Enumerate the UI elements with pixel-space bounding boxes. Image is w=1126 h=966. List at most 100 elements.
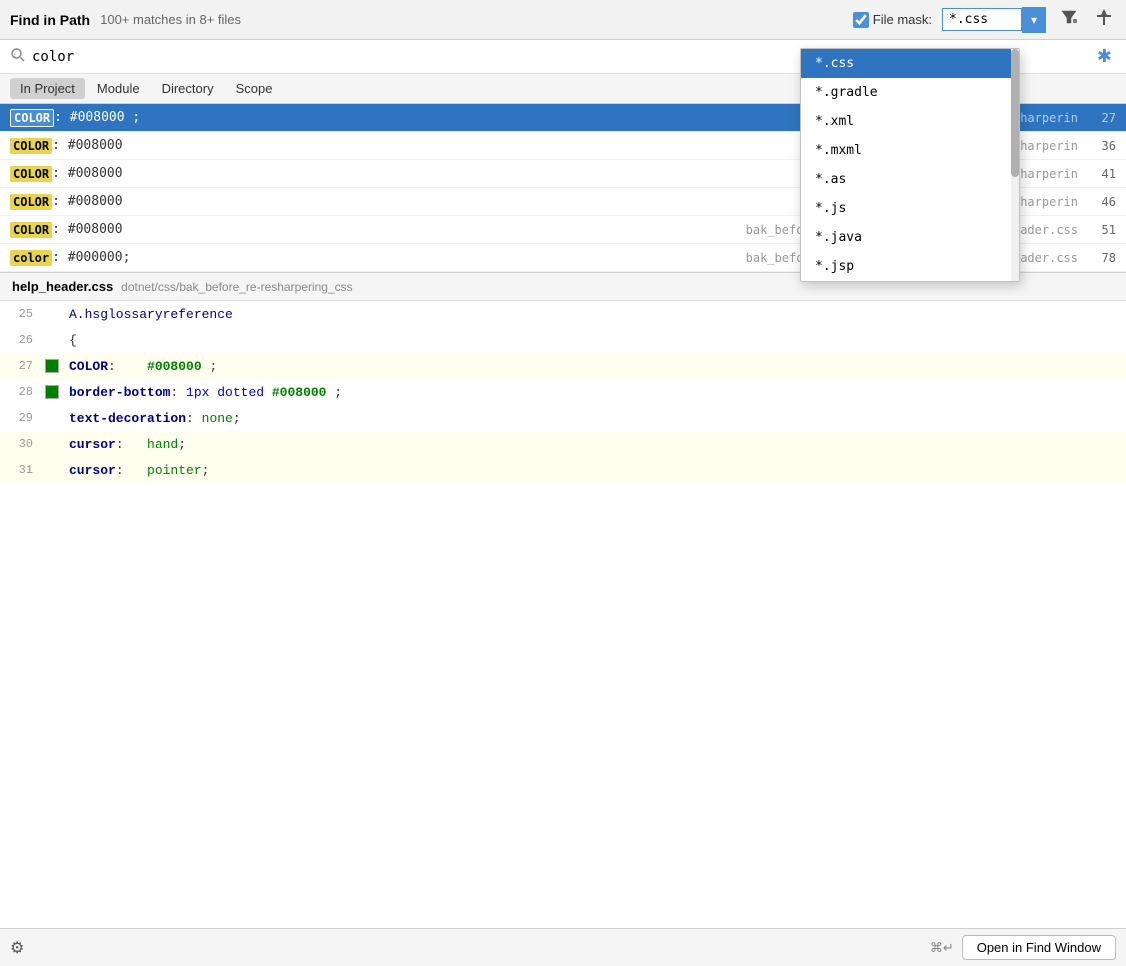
result-line-num: 41: [1086, 167, 1116, 181]
code-token: COLOR: [69, 359, 108, 374]
panel-title: Find in Path: [10, 12, 90, 28]
keyword-badge: COLOR: [10, 138, 52, 154]
color-swatch: [45, 385, 59, 399]
file-mask-dropdown-btn[interactable]: ▾: [1022, 7, 1046, 33]
code-content: text-decoration: none;: [65, 411, 1126, 426]
result-text: : #008000: [52, 222, 746, 237]
filter-icon: [1060, 8, 1078, 26]
code-token: A.hsglossaryreference: [69, 307, 233, 322]
file-mask-dropdown: *.css*.gradle*.xml*.mxml*.as*.js*.java*.…: [800, 48, 1020, 282]
file-mask-checkbox-wrapper: File mask:: [853, 12, 932, 28]
dropdown-item[interactable]: *.mxml: [801, 136, 1019, 165]
match-count: 100+ matches in 8+ files: [100, 12, 241, 27]
code-token: ;: [202, 463, 210, 478]
tab-module[interactable]: Module: [87, 78, 150, 99]
code-lines: 25 A.hsglossaryreference 26 {27 COLOR: #0080…: [0, 301, 1126, 928]
keyword-badge: COLOR: [10, 222, 52, 238]
code-line: 26 {: [0, 327, 1126, 353]
code-line: 29 text-decoration: none;: [0, 405, 1126, 431]
code-token: text-decoration: [69, 411, 186, 426]
code-token: #008000: [147, 359, 202, 374]
file-mask-input[interactable]: [942, 8, 1022, 31]
dropdown-item[interactable]: *.js: [801, 194, 1019, 223]
code-preview: help_header.css dotnet/css/bak_before_re…: [0, 272, 1126, 928]
file-mask-label: File mask:: [873, 12, 932, 27]
preview-filename: help_header.css: [12, 279, 113, 294]
tab-in-project[interactable]: In Project: [10, 78, 85, 99]
result-text: : #008000 ;: [54, 110, 897, 125]
tab-directory[interactable]: Directory: [152, 78, 224, 99]
header-bar: Find in Path 100+ matches in 8+ files Fi…: [0, 0, 1126, 40]
result-line-num: 36: [1086, 139, 1116, 153]
result-text: : #000000;: [52, 250, 746, 265]
keyword-badge: color: [10, 250, 52, 266]
code-token: #008000: [272, 385, 327, 400]
keyword-badge: COLOR: [10, 194, 52, 210]
tab-scope[interactable]: Scope: [226, 78, 283, 99]
code-token: pointer: [147, 463, 202, 478]
code-line-number: 29: [0, 411, 45, 425]
filter-button[interactable]: [1056, 6, 1082, 33]
result-line-num: 78: [1086, 251, 1116, 265]
regex-star-button[interactable]: ✱: [1093, 46, 1116, 67]
search-icon: ↓: [10, 47, 26, 66]
code-token: cursor: [69, 437, 116, 452]
code-token: :: [116, 437, 147, 452]
keyword-badge: COLOR: [10, 109, 54, 127]
preview-filepath: dotnet/css/bak_before_re-resharpering_cs…: [121, 280, 352, 294]
open-find-window-button[interactable]: Open in Find Window: [962, 935, 1116, 960]
dropdown-item[interactable]: *.css: [801, 49, 1019, 78]
result-line-num: 27: [1086, 111, 1116, 125]
file-mask-checkbox[interactable]: [853, 12, 869, 28]
code-token: :: [108, 359, 147, 374]
code-token: none: [202, 411, 233, 426]
code-token: border-bottom: [69, 385, 170, 400]
code-line-number: 28: [0, 385, 45, 399]
dropdown-item[interactable]: *.java: [801, 223, 1019, 252]
pin-icon: [1096, 8, 1112, 26]
code-content: A.hsglossaryreference: [65, 307, 1126, 322]
code-token: :: [186, 411, 202, 426]
code-line-number: 31: [0, 463, 45, 477]
file-mask-input-group: ▾: [942, 7, 1046, 33]
code-content: border-bottom: 1px dotted #008000 ;: [65, 385, 1126, 400]
svg-text:↓: ↓: [13, 52, 17, 59]
dropdown-item[interactable]: *.as: [801, 165, 1019, 194]
code-content: {: [65, 333, 1126, 348]
code-token: cursor: [69, 463, 116, 478]
dropdown-scrollbar-thumb[interactable]: [1011, 49, 1019, 177]
code-content: cursor: pointer;: [65, 463, 1126, 478]
dropdown-item[interactable]: *.gradle: [801, 78, 1019, 107]
code-token: ;: [178, 437, 186, 452]
code-token: {: [69, 333, 77, 348]
dropdown-item[interactable]: *.jsp: [801, 252, 1019, 281]
code-line: 27 COLOR: #008000 ;: [0, 353, 1126, 379]
code-token: :: [116, 463, 147, 478]
code-line: 30 cursor: hand;: [0, 431, 1126, 457]
code-line-number: 26: [0, 333, 45, 347]
code-token: ;: [202, 359, 218, 374]
result-text: : #008000: [52, 194, 897, 209]
code-token: 1px dotted: [186, 385, 264, 400]
code-line: 25 A.hsglossaryreference: [0, 301, 1126, 327]
keyword-badge: COLOR: [10, 166, 52, 182]
main-panel: Find in Path 100+ matches in 8+ files Fi…: [0, 0, 1126, 966]
code-token: ;: [326, 385, 342, 400]
dropdown-scrollbar[interactable]: [1011, 49, 1019, 281]
code-line-number: 30: [0, 437, 45, 451]
pin-button[interactable]: [1092, 6, 1116, 33]
code-line-number: 25: [0, 307, 45, 321]
code-line: 31 cursor: pointer;: [0, 457, 1126, 483]
result-text: : #008000: [52, 138, 897, 153]
dropdown-item[interactable]: *.xml: [801, 107, 1019, 136]
footer: ⚙ ⌘↵ Open in Find Window: [0, 928, 1126, 966]
code-token: ;: [233, 411, 241, 426]
code-token: hand: [147, 437, 178, 452]
code-content: cursor: hand;: [65, 437, 1126, 452]
code-token: :: [170, 385, 186, 400]
color-swatch: [45, 359, 59, 373]
code-line: 28 border-bottom: 1px dotted #008000 ;: [0, 379, 1126, 405]
settings-button[interactable]: ⚙: [10, 938, 24, 958]
code-line-number: 27: [0, 359, 45, 373]
code-token: [264, 385, 272, 400]
